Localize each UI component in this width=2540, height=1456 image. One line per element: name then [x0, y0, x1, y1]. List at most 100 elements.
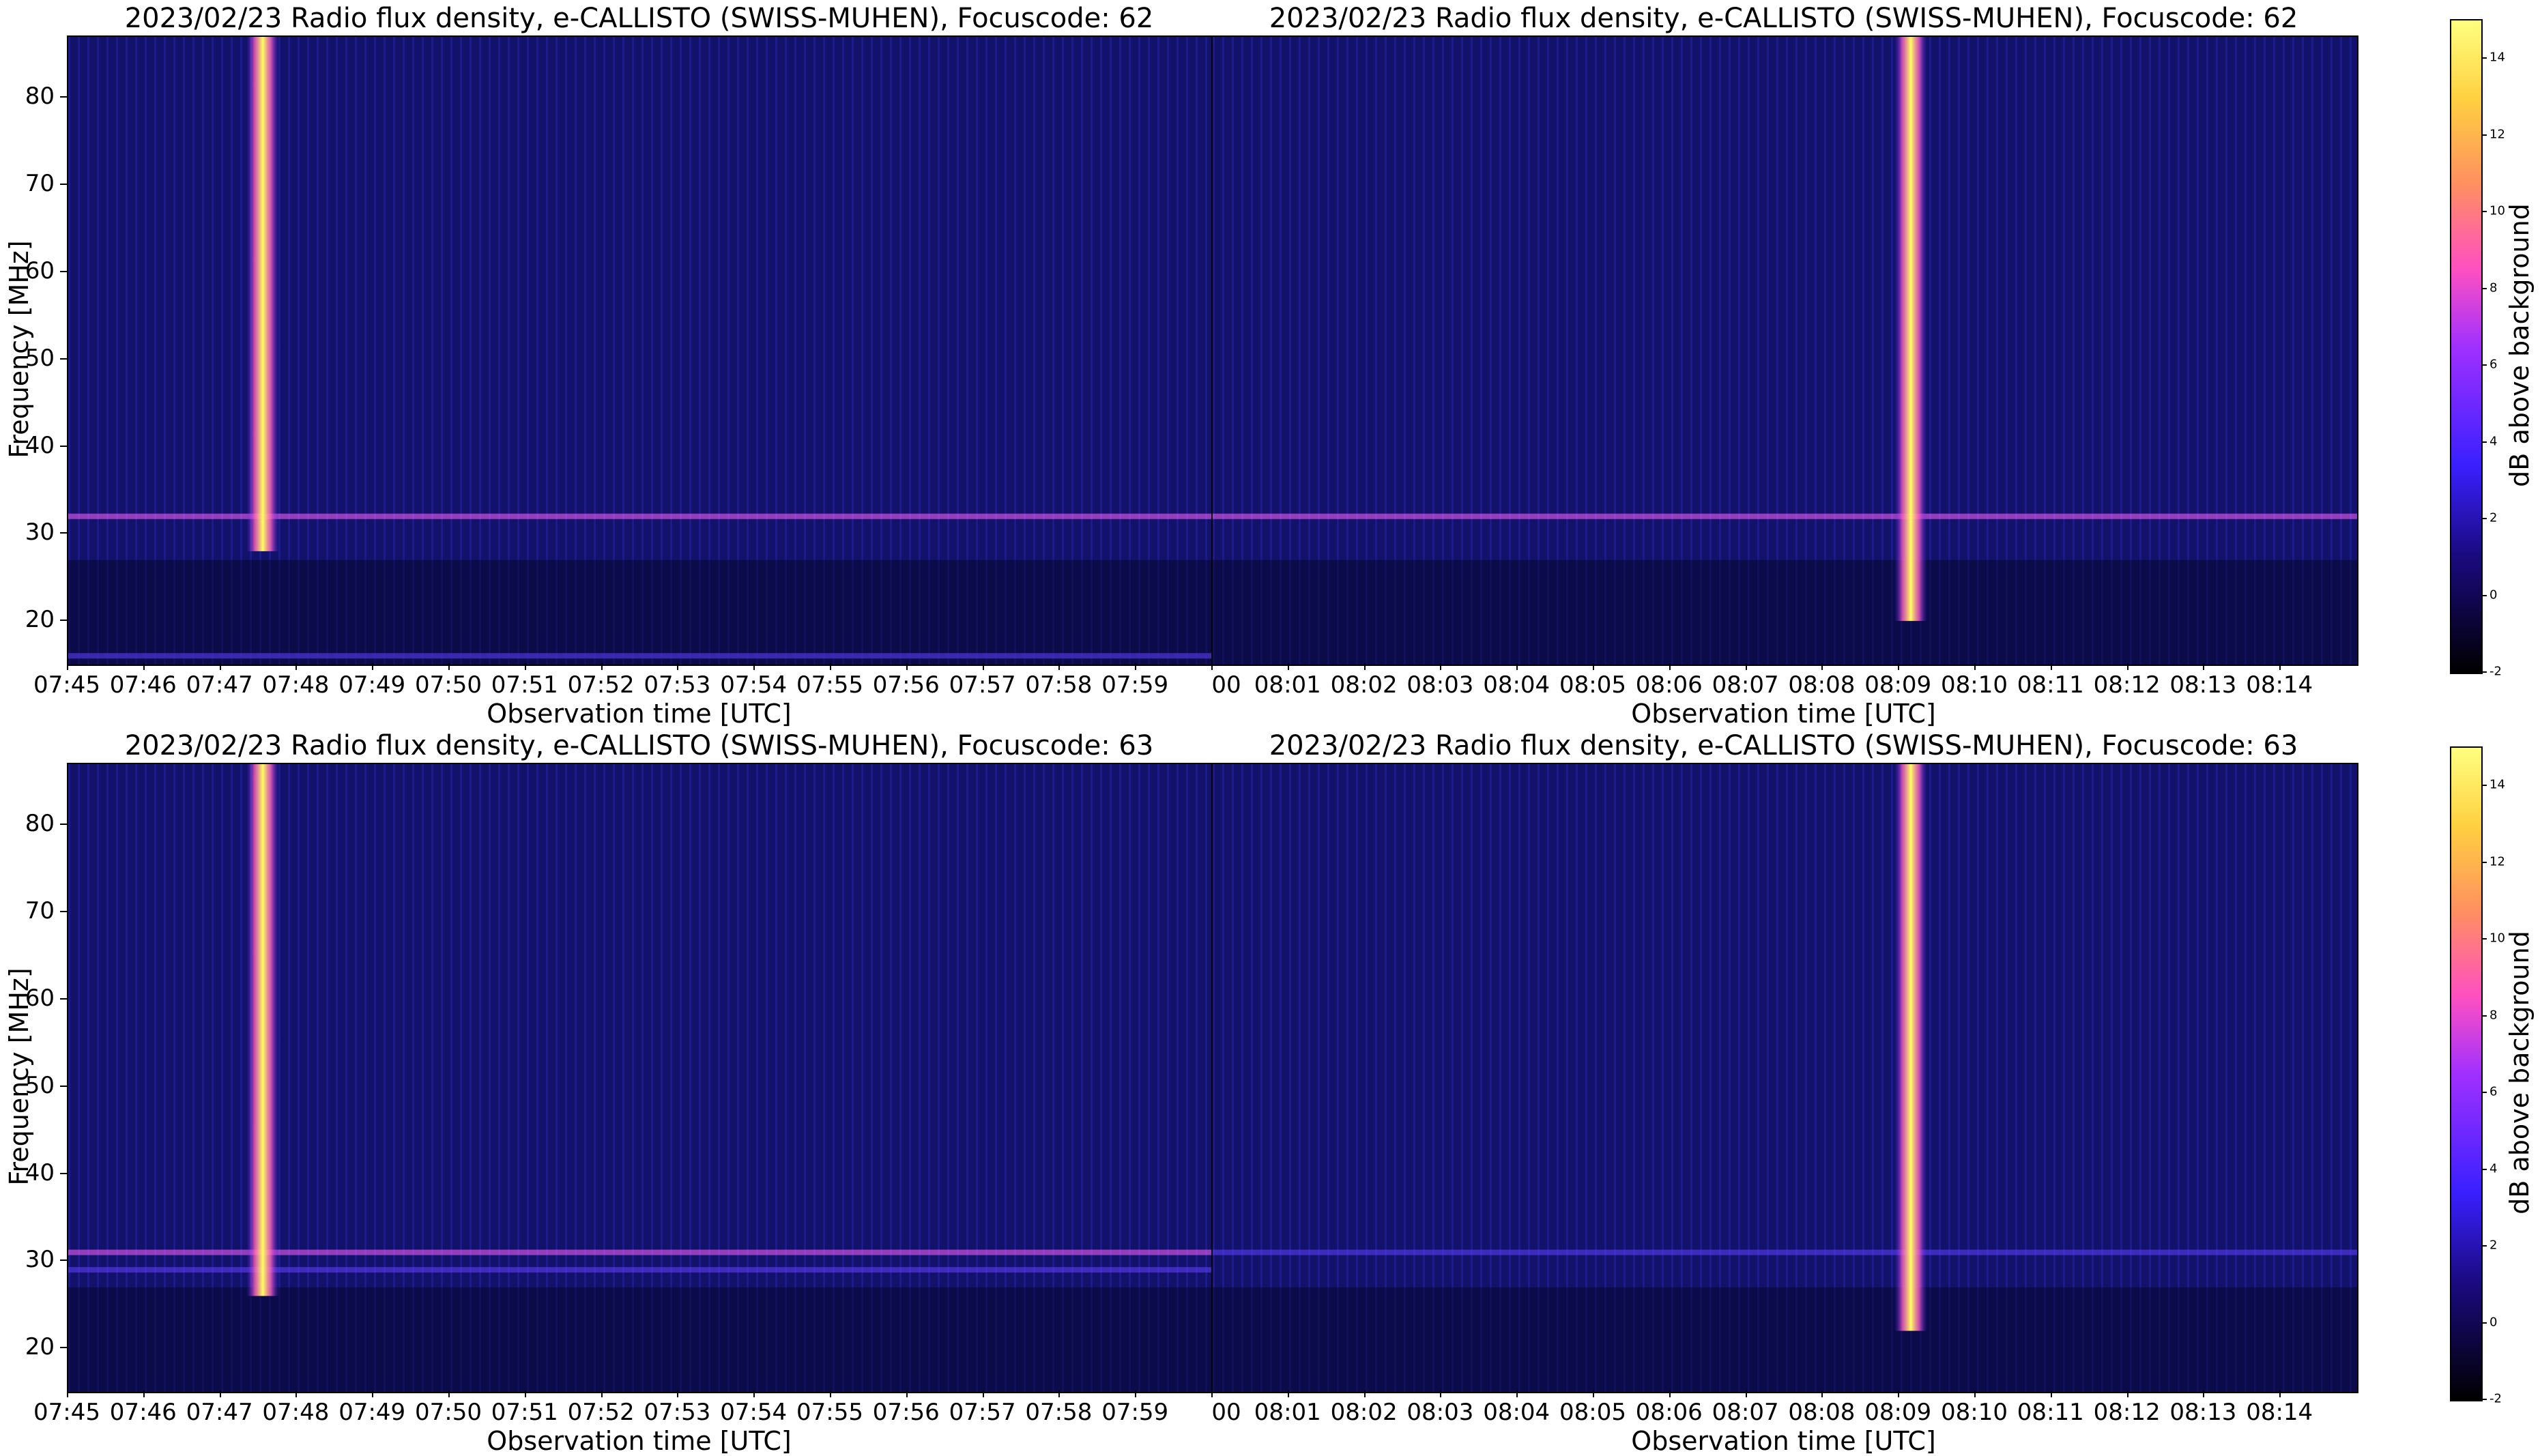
spectrogram-svg [1213, 764, 2357, 1392]
x-tick-label: 08:12 [2093, 671, 2161, 699]
x-tick-mark [2203, 663, 2205, 670]
colorbar-tick-mark [2481, 1168, 2487, 1170]
x-tick-label: 07:49 [338, 671, 406, 699]
y-tick-mark [60, 1260, 67, 1262]
x-tick-label: 08:10 [1941, 671, 2008, 699]
x-tick-mark [2126, 663, 2128, 670]
x-tick-label: 08:14 [2246, 1399, 2313, 1426]
x-tick-label: 08:04 [1483, 671, 1550, 699]
y-tick-mark [60, 1172, 67, 1174]
colorbar-tick-mark [2481, 287, 2487, 289]
x-tick-mark [1821, 663, 1823, 670]
x-tick-mark [601, 663, 603, 670]
x-tick-mark [1287, 1391, 1289, 1397]
y-tick-label: 20 [25, 1333, 55, 1361]
x-tick-label: 07:50 [415, 1399, 482, 1426]
x-tick-label: 07:53 [644, 1399, 711, 1426]
x-tick-mark [1058, 1391, 1060, 1397]
interference-band [68, 1249, 1213, 1255]
low-frequency-noise [68, 559, 1213, 665]
colorbar-tick-label: 0 [2490, 587, 2498, 602]
interference-band [1213, 1249, 2357, 1255]
x-tick-label: 07:59 [1101, 1399, 1169, 1426]
colorbar-tick-mark [2481, 1245, 2487, 1247]
x-tick-mark [830, 663, 831, 670]
x-tick-label: 07:52 [567, 671, 635, 699]
x-tick-label: 08:12 [2093, 1399, 2161, 1426]
x-tick-mark [753, 663, 755, 670]
y-axis-label: Frequency [MHz] [4, 240, 34, 458]
colorbar-tick-mark [2481, 211, 2487, 213]
colorbar-tick-mark [2481, 518, 2487, 520]
x-tick-label: 08:09 [1864, 1399, 1932, 1426]
x-tick-label: 08:10 [1941, 1399, 2008, 1426]
x-tick-label: 07:50 [415, 671, 482, 699]
y-tick-mark [60, 911, 67, 913]
spectrogram-plot [1211, 763, 2358, 1393]
y-axis-label: Frequency [MHz] [4, 967, 34, 1186]
x-tick-mark [2126, 1391, 2128, 1397]
x-axis-label: Observation time [UTC] [487, 699, 792, 729]
x-tick-mark [1516, 1391, 1518, 1397]
x-tick-label: 07:55 [796, 671, 863, 699]
x-tick-mark [448, 663, 450, 670]
x-tick-label: 07:48 [262, 1399, 330, 1426]
x-tick-label: 07:51 [491, 671, 558, 699]
x-tick-label: 08:07 [1712, 671, 1779, 699]
y-tick-mark [60, 96, 67, 98]
panel-title: 2023/02/23 Radio flux density, e-CALLIST… [1269, 730, 2298, 761]
x-axis-label: Observation time [UTC] [1631, 699, 1936, 729]
colorbar [2450, 746, 2483, 1401]
colorbar-tick-label: -2 [2490, 664, 2502, 679]
x-tick-label: 07:48 [262, 671, 330, 699]
low-frequency-noise [68, 1287, 1213, 1392]
interference-band [68, 653, 1213, 659]
colorbar [2450, 19, 2483, 674]
x-tick-label: 08:08 [1788, 1399, 1856, 1426]
x-tick-label: 08:11 [2017, 1399, 2084, 1426]
x-tick-mark [982, 1391, 984, 1397]
colorbar-tick-mark [2481, 938, 2487, 940]
x-axis-label: Observation time [UTC] [1631, 1426, 1936, 1456]
spectrogram-plot [67, 763, 1214, 1393]
x-tick-label: 07:54 [720, 671, 788, 699]
x-tick-mark [1135, 1391, 1137, 1397]
x-tick-label: 08:01 [1254, 671, 1321, 699]
colorbar-tick-label: 0 [2490, 1315, 2498, 1330]
x-tick-label: 07:47 [186, 671, 253, 699]
x-tick-label: 07:58 [1025, 671, 1093, 699]
colorbar-tick-mark [2481, 785, 2487, 787]
x-tick-label: 08:02 [1330, 1399, 1398, 1426]
x-tick-mark [1593, 1391, 1594, 1397]
x-tick-mark [1440, 1391, 1442, 1397]
spectrogram-plot [67, 35, 1214, 666]
x-tick-label: 07:52 [567, 1399, 635, 1426]
colorbar-tick-mark [2481, 1092, 2487, 1094]
y-tick-mark [60, 824, 67, 826]
panel-title: 2023/02/23 Radio flux density, e-CALLIST… [124, 3, 1154, 34]
y-tick-label: 70 [25, 170, 55, 198]
colorbar-tick-label: -2 [2490, 1391, 2502, 1406]
x-tick-mark [1363, 1391, 1366, 1397]
x-tick-label: 07:46 [109, 671, 177, 699]
x-tick-mark [1440, 663, 1442, 670]
y-tick-label: 70 [25, 897, 55, 925]
panel-title: 2023/02/23 Radio flux density, e-CALLIST… [124, 730, 1154, 761]
x-tick-mark [1593, 663, 1594, 670]
colorbar-tick-label: 2 [2490, 1238, 2498, 1253]
colorbar-tick-label: 14 [2490, 777, 2505, 792]
radio-burst [1894, 37, 1927, 622]
x-tick-mark [219, 1391, 221, 1397]
x-tick-label: 07:49 [338, 1399, 406, 1426]
x-tick-mark [1898, 663, 1900, 670]
colorbar-tick-mark [2481, 861, 2487, 863]
colorbar-tick-label: 4 [2490, 1161, 2498, 1176]
x-tick-mark [982, 663, 984, 670]
x-tick-mark [295, 1391, 298, 1397]
x-tick-label: 08:03 [1406, 1399, 1474, 1426]
colorbar-tick-mark [2481, 1322, 2487, 1324]
x-tick-label: 08:02 [1330, 671, 1398, 699]
colorbar-tick-label: 2 [2490, 510, 2498, 525]
colorbar-tick-mark [2481, 671, 2487, 673]
x-tick-mark [1516, 663, 1518, 670]
